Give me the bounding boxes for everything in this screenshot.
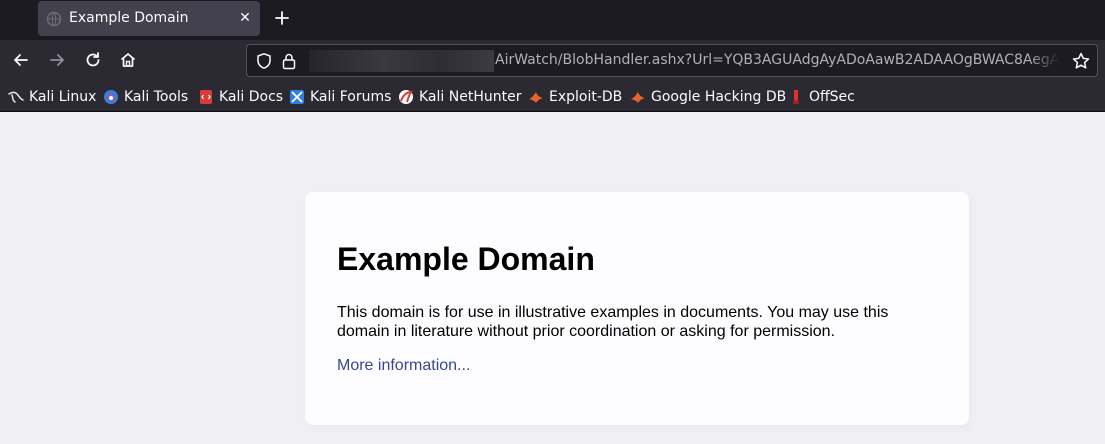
tab-strip: Example Domain ✕	[0, 0, 1105, 40]
bookmark-label: Google Hacking DB	[651, 89, 787, 105]
back-arrow-icon[interactable]	[11, 50, 31, 70]
bookmark-label: Kali Linux	[29, 89, 97, 105]
url-fade	[1029, 45, 1059, 76]
content-card: Example Domain This domain is for use in…	[305, 192, 969, 425]
redacted-hostname	[309, 50, 494, 72]
forward-arrow-icon[interactable]	[47, 50, 67, 70]
nethunter-icon	[399, 90, 413, 104]
kali-tools-icon	[104, 90, 118, 104]
bookmark-label: OffSec	[809, 89, 855, 105]
lock-icon[interactable]	[281, 52, 297, 70]
shield-icon[interactable]	[255, 52, 273, 70]
reload-icon[interactable]	[83, 50, 103, 70]
bookmark-kali-tools[interactable]: Kali Tools	[103, 87, 188, 107]
kali-dragon-icon	[8, 91, 24, 103]
bookmark-kali-docs[interactable]: Kali Docs	[198, 87, 283, 107]
bookmarks-toolbar: Kali Linux Kali Tools Kali Docs Kali For…	[0, 82, 1105, 112]
more-information-link[interactable]: More information...	[337, 357, 470, 375]
bookmark-exploit-db[interactable]: Exploit-DB	[528, 87, 622, 107]
bookmark-kali-nethunter[interactable]: Kali NetHunter	[398, 87, 521, 107]
page-title: Example Domain	[337, 241, 595, 277]
kali-docs-icon	[200, 90, 212, 104]
bookmark-google-hacking-db[interactable]: Google Hacking DB	[630, 87, 786, 107]
bookmark-kali-forums[interactable]: Kali Forums	[289, 87, 391, 107]
page-description: This domain is for use in illustrative e…	[337, 304, 889, 340]
bookmark-label: Kali Tools	[124, 89, 189, 105]
bookmark-offsec[interactable]: OffSec	[788, 87, 855, 107]
bookmark-label: Kali Forums	[310, 89, 392, 105]
globe-icon	[46, 11, 62, 27]
star-icon[interactable]	[1071, 51, 1091, 71]
ghdb-icon	[631, 92, 645, 103]
tab-example-domain[interactable]: Example Domain ✕	[38, 1, 260, 36]
url-text[interactable]: AirWatch/BlobHandler.ashx?Url=YQB3AGUAdg…	[495, 52, 1059, 68]
plus-icon[interactable]	[272, 8, 292, 28]
bookmark-label: Exploit-DB	[549, 89, 623, 105]
offsec-icon	[793, 90, 799, 104]
navigation-toolbar: AirWatch/BlobHandler.ashx?Url=YQB3AGUAdg…	[0, 40, 1105, 82]
bookmark-label: Kali NetHunter	[419, 89, 522, 105]
url-bar[interactable]: AirWatch/BlobHandler.ashx?Url=YQB3AGUAdg…	[246, 44, 1098, 77]
bookmark-kali-linux[interactable]: Kali Linux	[8, 87, 96, 107]
close-icon[interactable]: ✕	[236, 9, 254, 27]
home-icon[interactable]	[118, 50, 138, 70]
exploit-db-icon	[529, 92, 543, 103]
bookmark-label: Kali Docs	[219, 89, 284, 105]
kali-forums-icon	[290, 90, 304, 104]
page-viewport: Example Domain This domain is for use in…	[0, 112, 1105, 444]
tab-title: Example Domain	[69, 10, 189, 26]
